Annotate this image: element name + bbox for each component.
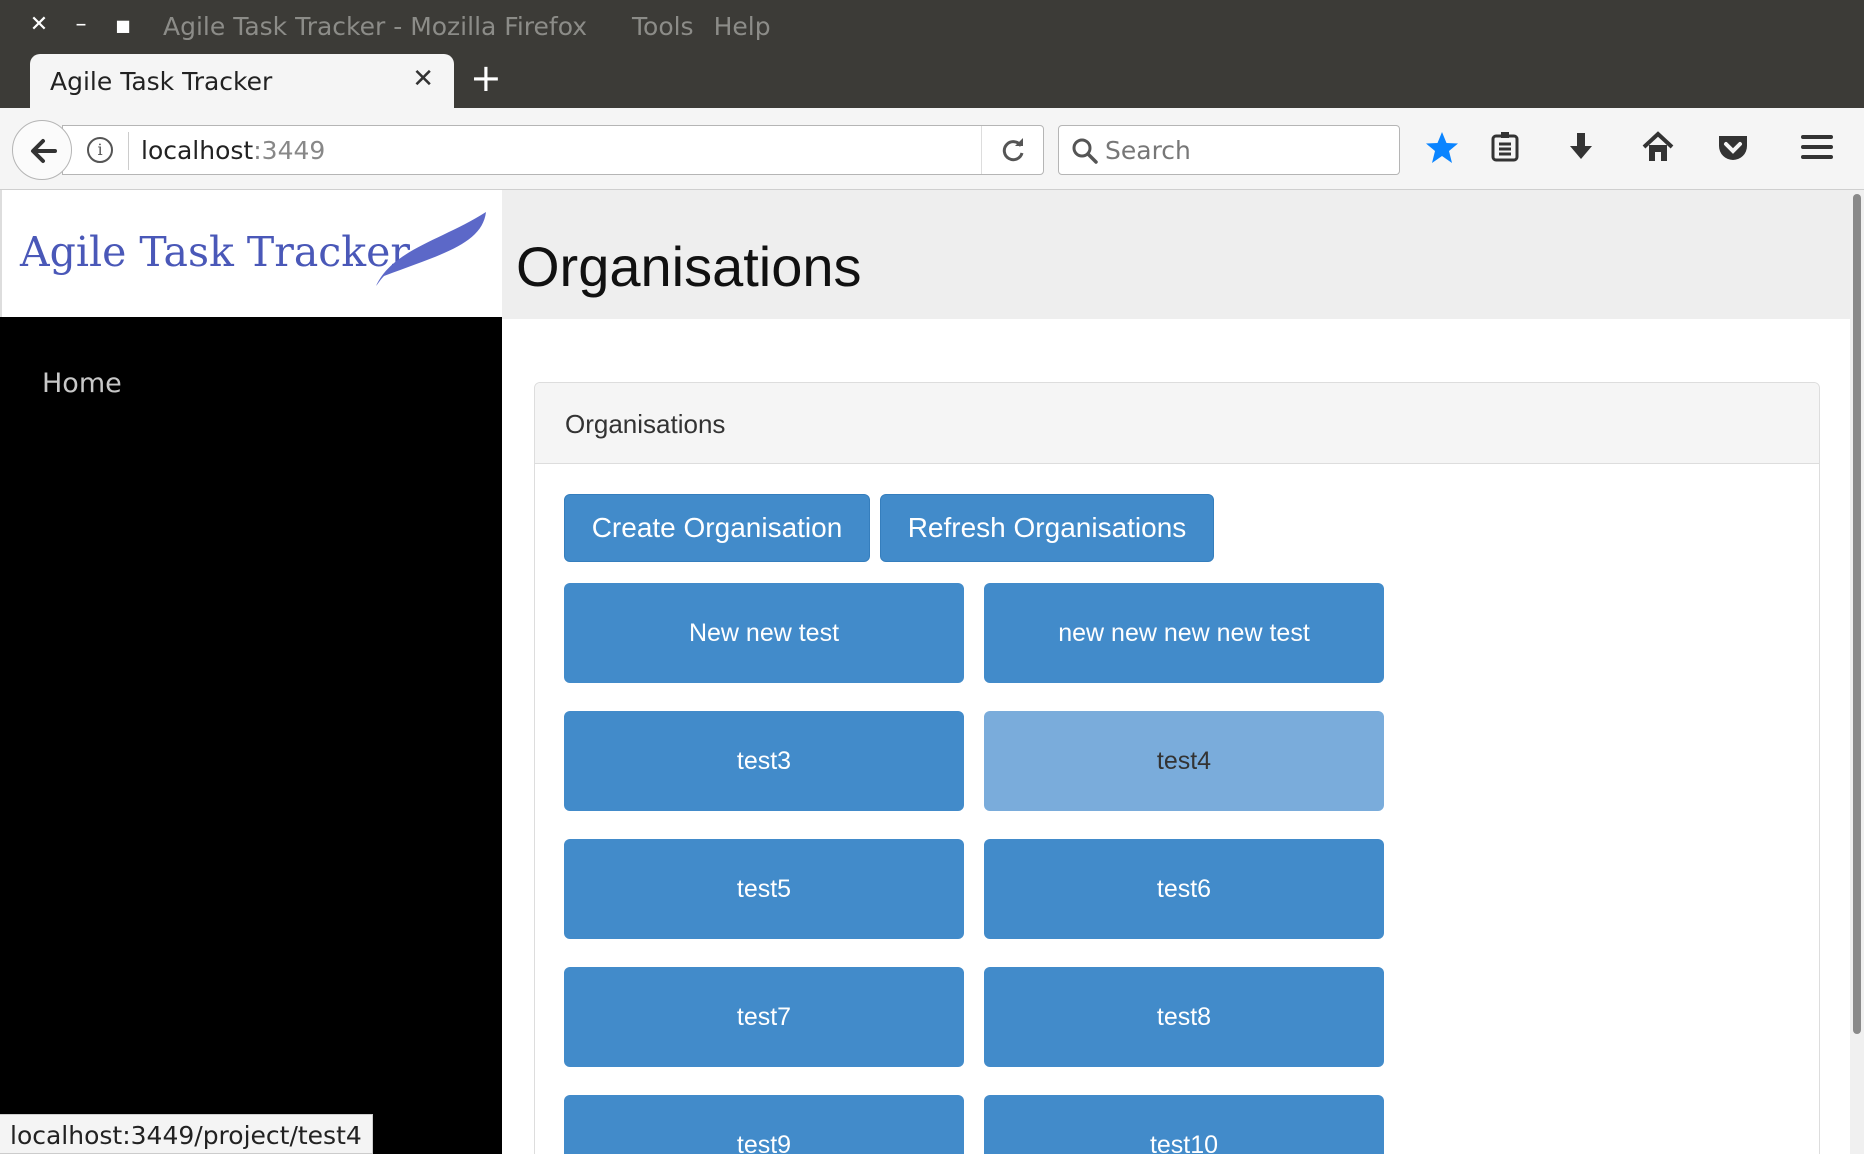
organisation-tile[interactable]: test10 — [984, 1095, 1384, 1154]
organisation-tile[interactable]: test4 — [984, 711, 1384, 811]
back-button[interactable] — [12, 120, 72, 180]
reading-list-icon[interactable] — [1488, 130, 1528, 170]
maximize-window-button[interactable]: ■ — [108, 10, 138, 40]
nav-home-link[interactable]: Home — [42, 368, 122, 399]
page-header: Organisations — [502, 190, 1850, 319]
logo-swoosh-icon — [376, 212, 486, 286]
organisation-tile[interactable]: test5 — [564, 839, 964, 939]
url-host: localhost — [141, 136, 254, 165]
reload-icon — [1002, 138, 1024, 162]
hamburger-menu-icon[interactable] — [1800, 130, 1840, 170]
sidebar: Agile Task Tracker Home — [0, 190, 502, 1154]
menu-help[interactable]: Help — [714, 12, 771, 41]
tab-title: Agile Task Tracker — [50, 67, 273, 96]
page-title: Organisations — [516, 235, 862, 298]
window-titlebar: ✕ – ■ Agile Task Tracker - Mozilla Firef… — [0, 0, 1864, 52]
close-window-button[interactable]: ✕ — [24, 10, 54, 40]
home-icon[interactable] — [1640, 130, 1680, 170]
scrollbar-thumb[interactable] — [1853, 194, 1861, 1034]
url-bar[interactable]: i localhost:3449 — [62, 125, 1044, 175]
pocket-icon[interactable] — [1716, 130, 1756, 170]
urlbar-separator — [128, 132, 129, 170]
logo-text: Agile Task Tracker — [20, 228, 410, 276]
minimize-window-button[interactable]: – — [66, 10, 96, 40]
minimize-icon: – — [75, 12, 87, 37]
url-text: localhost:3449 — [141, 136, 325, 165]
organisation-tile[interactable]: test3 — [564, 711, 964, 811]
reload-button[interactable] — [981, 126, 1043, 174]
tab-bar: Agile Task Tracker ✕ + — [0, 52, 1864, 110]
menu-tools[interactable]: Tools — [632, 12, 694, 41]
tab-close-icon[interactable]: ✕ — [412, 64, 434, 94]
organisation-tile[interactable]: test9 — [564, 1095, 964, 1154]
search-input[interactable] — [1105, 134, 1385, 166]
organisation-tile[interactable]: New new test — [564, 583, 964, 683]
tab-agile-task-tracker[interactable]: Agile Task Tracker ✕ — [30, 54, 454, 110]
organisation-tile[interactable]: new new new new test — [984, 583, 1384, 683]
search-icon — [1072, 138, 1098, 164]
menu-bar: Tools Help — [510, 12, 771, 41]
page-scrollbar[interactable] — [1850, 190, 1864, 1154]
download-icon[interactable] — [1564, 130, 1604, 170]
app-logo[interactable]: Agile Task Tracker — [0, 190, 502, 317]
create-organisation-button[interactable]: Create Organisation — [564, 494, 870, 562]
refresh-organisations-button[interactable]: Refresh Organisations — [880, 494, 1214, 562]
close-icon: ✕ — [29, 12, 49, 37]
page-content: Agile Task Tracker Home Organisations Or… — [0, 190, 1850, 1154]
back-arrow-icon — [31, 139, 57, 163]
url-port: :3449 — [253, 136, 326, 165]
status-bar-url: localhost:3449/project/test4 — [0, 1114, 373, 1154]
organisation-tile[interactable]: test7 — [564, 967, 964, 1067]
organisation-tile[interactable]: test8 — [984, 967, 1384, 1067]
panel-heading: Organisations — [535, 383, 1819, 464]
search-bar[interactable] — [1058, 125, 1400, 175]
info-icon[interactable]: i — [87, 137, 113, 163]
navigation-toolbar: i localhost:3449 — [0, 108, 1864, 190]
organisation-tile[interactable]: test6 — [984, 839, 1384, 939]
panel-title: Organisations — [565, 409, 726, 439]
maximize-icon: ■ — [115, 16, 131, 35]
new-tab-icon[interactable]: + — [470, 58, 502, 98]
bookmark-star-icon[interactable] — [1424, 130, 1464, 170]
